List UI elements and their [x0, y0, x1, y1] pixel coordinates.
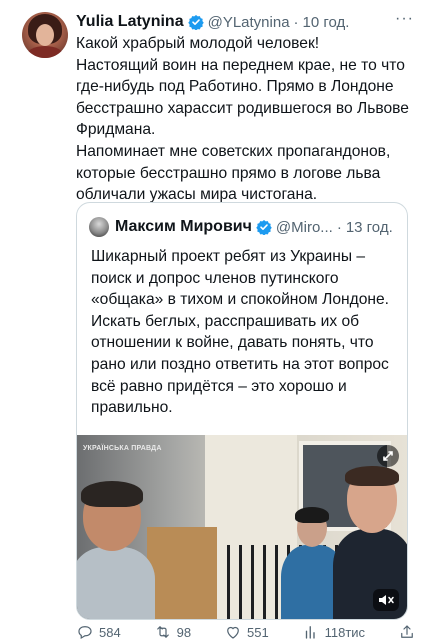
expand-icon[interactable] [377, 445, 399, 467]
quote-author-avatar[interactable] [89, 217, 109, 237]
like-count: 551 [246, 624, 269, 640]
repost-icon [156, 626, 169, 638]
tweet-text: Какой храбрый молодой человек! Настоящий… [76, 35, 409, 204]
views-icon [305, 626, 315, 639]
reply-icon [78, 626, 92, 640]
repost-count: 98 [176, 624, 192, 640]
video-player[interactable]: УКРАЇНСЬКА ПРАВДА [77, 435, 407, 619]
quoted-tweet[interactable]: Максим Мирович @Miro... · 13 год. Шикарн… [76, 202, 408, 620]
quote-text: Шикарный проект ребят из Украины – поиск… [91, 248, 390, 417]
like-icon [227, 626, 239, 639]
verified-badge-icon [256, 220, 272, 235]
views-count: 118тис [324, 624, 366, 640]
author-handle[interactable]: @YLatynina [208, 14, 290, 31]
quote-header: Максим Мирович @Miro... · 13 год. [115, 216, 399, 238]
separator: · [336, 218, 342, 236]
repost-button[interactable]: 98 [154, 623, 191, 641]
like-button[interactable]: 551 [224, 623, 269, 641]
video-watermark: УКРАЇНСЬКА ПРАВДА [83, 445, 162, 452]
tweet[interactable]: Yulia Latynina @YLatynina · 10 год. ··· … [0, 0, 428, 644]
share-icon [401, 625, 413, 638]
reply-button[interactable]: 584 [76, 623, 121, 641]
quote-author-name[interactable]: Максим Мирович [115, 218, 252, 236]
reply-count: 584 [99, 624, 121, 640]
tweet-header: Yulia Latynina @YLatynina · 10 год. [76, 11, 410, 33]
mute-icon[interactable] [373, 589, 399, 611]
share-button[interactable] [398, 623, 416, 641]
views-button[interactable]: 118тис [302, 623, 365, 641]
more-icon[interactable]: ··· [395, 10, 414, 28]
quote-author-handle[interactable]: @Miro... [276, 219, 333, 236]
separator: · [293, 13, 299, 31]
verified-badge-icon [187, 15, 204, 30]
quote-time[interactable]: 13 год. [346, 219, 393, 236]
tweet-time[interactable]: 10 год. [303, 14, 350, 31]
action-bar: 584 98 551 118тис [76, 622, 416, 642]
author-avatar[interactable] [22, 12, 68, 58]
author-name[interactable]: Yulia Latynina [76, 13, 184, 31]
